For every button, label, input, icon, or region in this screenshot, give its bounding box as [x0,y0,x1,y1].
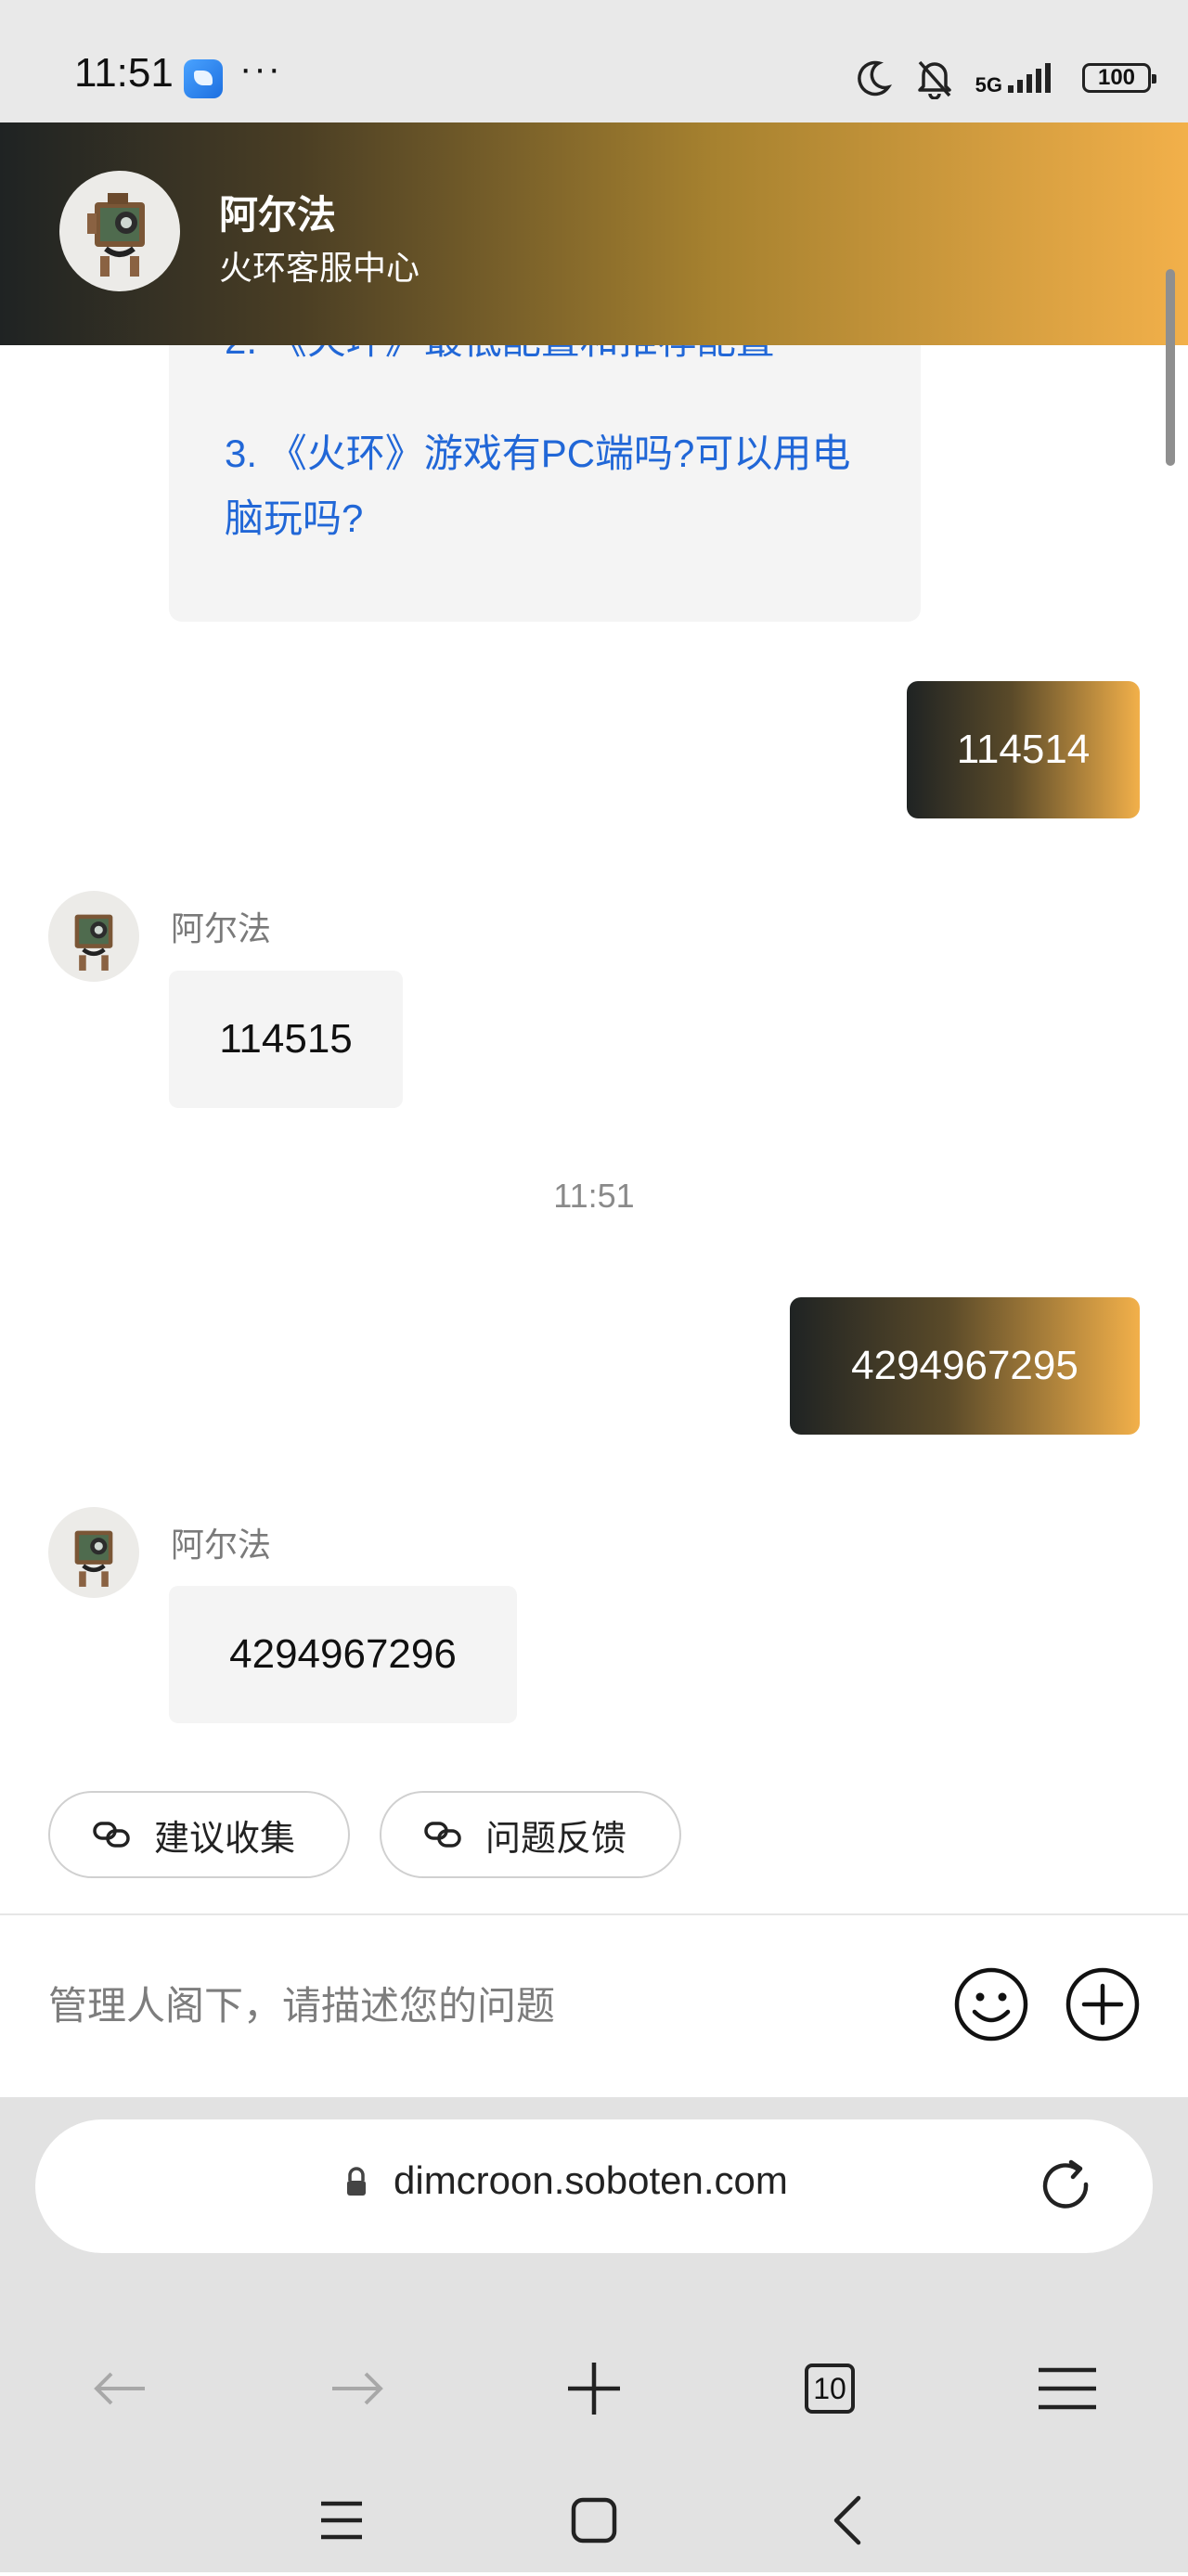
agent-message-bubble: 4294967296 [169,1586,517,1723]
agent-name: 阿尔法 [219,193,337,237]
agent-avatar[interactable] [48,891,139,982]
menu-lines-icon [321,2501,362,2540]
add-attachment-button[interactable] [1064,1965,1142,2043]
url-text[interactable]: dimcroon.soboten.com [394,2158,788,2203]
tab-count: 10 [813,2371,846,2405]
battery-icon: 100 [1082,63,1156,93]
agent-avatar[interactable] [48,1507,139,1598]
message-input[interactable] [48,1971,884,2041]
address-bar[interactable]: dimcroon.soboten.com [35,2119,1153,2253]
link-icon [93,1822,130,1848]
user-message-bubble: 4294967295 [790,1297,1140,1435]
faq-bubble: 2. 《火环》最低配置和推荐配置 3. 《火环》游戏有PC端吗?可以用电脑玩吗? [169,345,921,622]
lock-icon [347,2167,366,2196]
browser-toolbar: dimcroon.soboten.com 10 [0,2097,1188,2572]
more-notifications-icon: ··· [239,48,282,89]
system-back-button[interactable] [791,2465,902,2576]
home-button[interactable] [538,2465,650,2576]
agent-message-bubble: 114515 [169,971,403,1108]
hamburger-icon [1039,2367,1096,2410]
suggestion-collection-button[interactable]: 建议收集 [48,1791,350,1878]
mute-bell-icon [917,60,951,99]
tabs-button[interactable]: 10 [774,2333,885,2444]
status-icons: 5G 100 [853,52,1156,104]
chat-message-list[interactable]: 2. 《火环》最低配置和推荐配置 3. 《火环》游戏有PC端吗?可以用电脑玩吗?… [0,345,1188,1913]
moon-icon [857,60,892,97]
message-text: 114515 [219,1016,353,1062]
agent-avatar[interactable] [59,171,180,291]
sender-name: 阿尔法 [171,909,272,947]
message-text: 4294967296 [229,1631,457,1677]
plus-circle-icon [1065,1967,1140,2041]
faq-link-pc-version[interactable]: 3. 《火环》游戏有PC端吗?可以用电脑玩吗? [225,421,874,551]
scrollbar[interactable] [1166,269,1175,466]
app-notification-icon [184,59,223,98]
status-bar: 11:51 ··· 5G 100 [0,0,1188,122]
button-label: 建议收集 [154,1819,296,1859]
recent-apps-button[interactable] [286,2465,397,2576]
system-navigation-bar [0,2470,1188,2572]
faq-link-min-specs[interactable]: 2. 《火环》最低配置和推荐配置 [225,345,775,373]
user-message-bubble: 114514 [907,681,1140,818]
smile-icon [954,1967,1028,2041]
browser-nav-row: 10 [0,2333,1188,2444]
plus-icon [568,2363,620,2415]
new-tab-button[interactable] [538,2333,650,2444]
signal-icon: 5G [975,61,1062,97]
square-icon [571,2497,617,2544]
reload-button[interactable] [1034,2155,1099,2220]
issue-feedback-button[interactable]: 问题反馈 [380,1791,681,1878]
arrow-right-icon [332,2372,383,2405]
chevron-left-icon [833,2495,861,2545]
link-icon [424,1822,461,1848]
message-text: 114514 [956,727,1091,772]
menu-button[interactable] [1012,2333,1123,2444]
message-input-bar [0,1915,1188,2097]
button-label: 问题反馈 [485,1819,627,1859]
status-time: 11:51 [74,50,174,96]
arrow-left-icon [94,2372,145,2405]
message-timestamp: 11:51 [553,1177,635,1215]
battery-level: 100 [1097,65,1136,90]
reload-icon [1042,2159,1089,2209]
service-center-title: 火环客服中心 [219,249,420,287]
back-button[interactable] [65,2333,176,2444]
network-type-label: 5G [975,73,1002,97]
message-text: 4294967295 [851,1343,1078,1388]
emoji-button[interactable] [952,1965,1030,2043]
sender-name: 阿尔法 [171,1526,272,1564]
chat-header: 阿尔法 火环客服中心 [0,122,1188,345]
forward-button[interactable] [301,2333,412,2444]
tabs-count-icon: 10 [805,2363,855,2414]
